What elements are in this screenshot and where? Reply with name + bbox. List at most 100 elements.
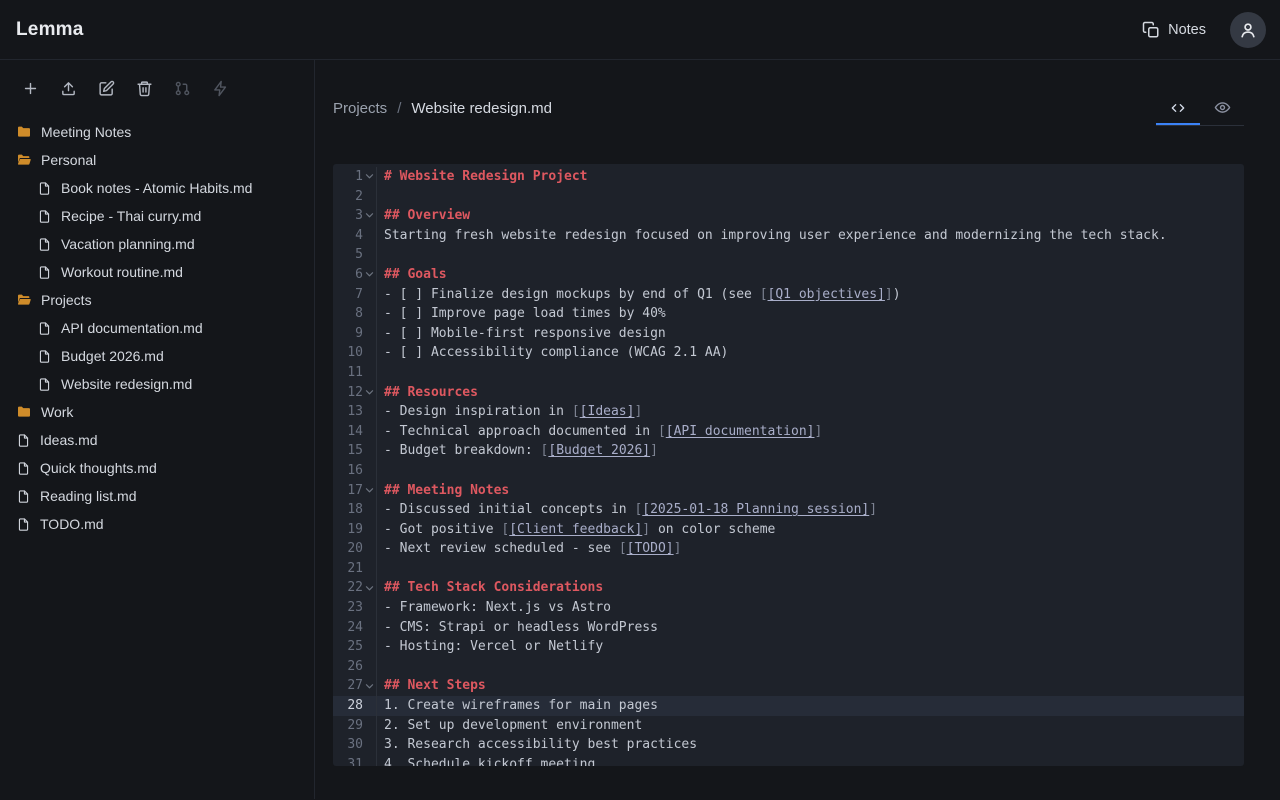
breadcrumb-row: Projects / Website redesign.md: [333, 90, 1244, 126]
markdown-text: - Budget breakdown:: [384, 443, 541, 458]
tree-file-item[interactable]: Workout routine.md: [0, 258, 314, 286]
fold-spacer: [363, 441, 376, 461]
editor-line[interactable]: 15- Budget breakdown: [[Budget 2026]]: [333, 441, 1244, 461]
breadcrumb-parent[interactable]: Projects: [333, 100, 387, 117]
fold-chevron-icon[interactable]: [363, 676, 376, 696]
fold-spacer: [363, 402, 376, 422]
tree-file-item[interactable]: TODO.md: [0, 510, 314, 538]
tree-folder-item[interactable]: Work: [0, 398, 314, 426]
editor-line[interactable]: 21: [333, 559, 1244, 579]
fold-spacer: [363, 245, 376, 265]
wiki-link[interactable]: [2025-01-18 Planning session]: [642, 502, 869, 517]
editor-line[interactable]: 6## Goals: [333, 265, 1244, 285]
new-note-button[interactable]: [16, 74, 44, 102]
fold-chevron-icon[interactable]: [363, 383, 376, 403]
fold-chevron-icon[interactable]: [363, 206, 376, 226]
code-text: # Website Redesign Project: [376, 167, 1244, 187]
markdown-heading-text: # Website Redesign Project: [384, 169, 588, 184]
markdown-text: 4. Schedule kickoff meeting: [384, 757, 595, 766]
fold-chevron-icon[interactable]: [363, 578, 376, 598]
line-number: 19: [341, 520, 363, 540]
preview-view-button[interactable]: [1200, 91, 1244, 125]
file-icon: [16, 433, 31, 448]
zap-button[interactable]: [206, 74, 234, 102]
editor-line[interactable]: 5: [333, 245, 1244, 265]
editor-line[interactable]: 11: [333, 363, 1244, 383]
editor-line[interactable]: 9- [ ] Mobile-first responsive design: [333, 324, 1244, 344]
tree-item-label: Meeting Notes: [41, 124, 131, 140]
editor-line[interactable]: 12## Resources: [333, 383, 1244, 403]
editor-line[interactable]: 23- Framework: Next.js vs Astro: [333, 598, 1244, 618]
upload-button[interactable]: [54, 74, 82, 102]
edit-button[interactable]: [92, 74, 120, 102]
wiki-link[interactable]: [Client feedback]: [509, 522, 642, 537]
editor-line[interactable]: 22## Tech Stack Considerations: [333, 578, 1244, 598]
markdown-text: ]: [642, 522, 650, 537]
tree-folder-item[interactable]: Meeting Notes: [0, 118, 314, 146]
tree-item-label: Reading list.md: [40, 488, 137, 504]
line-number: 20: [341, 539, 363, 559]
tree-file-item[interactable]: Recipe - Thai curry.md: [0, 202, 314, 230]
tree-file-item[interactable]: Book notes - Atomic Habits.md: [0, 174, 314, 202]
fold-chevron-icon[interactable]: [363, 265, 376, 285]
editor-line[interactable]: 3## Overview: [333, 206, 1244, 226]
code-text: - [ ] Finalize design mockups by end of …: [376, 285, 1244, 305]
fold-chevron-icon[interactable]: [363, 481, 376, 501]
source-view-button[interactable]: [1156, 91, 1200, 125]
wiki-link[interactable]: [TODO]: [627, 541, 674, 556]
editor-line[interactable]: 19- Got positive [[Client feedback]] on …: [333, 520, 1244, 540]
fold-chevron-icon[interactable]: [363, 167, 376, 187]
line-number: 13: [341, 402, 363, 422]
editor-line[interactable]: 7- [ ] Finalize design mockups by end of…: [333, 285, 1244, 305]
markdown-text: ): [893, 287, 901, 302]
editor-line[interactable]: 26: [333, 657, 1244, 677]
code-text: [376, 245, 1244, 265]
line-number: 29: [341, 716, 363, 736]
editor-line[interactable]: 314. Schedule kickoff meeting: [333, 755, 1244, 766]
editor-line[interactable]: 8- [ ] Improve page load times by 40%: [333, 304, 1244, 324]
folder-open-icon: [16, 152, 32, 168]
fold-spacer: [363, 539, 376, 559]
editor-line[interactable]: 24- CMS: Strapi or headless WordPress: [333, 618, 1244, 638]
editor-line[interactable]: 20- Next review scheduled - see [[TODO]]: [333, 539, 1244, 559]
code-text: - Framework: Next.js vs Astro: [376, 598, 1244, 618]
wiki-link[interactable]: [Q1 objectives]: [768, 287, 885, 302]
tree-file-item[interactable]: Reading list.md: [0, 482, 314, 510]
tree-file-item[interactable]: Quick thoughts.md: [0, 454, 314, 482]
merge-button[interactable]: [168, 74, 196, 102]
fold-spacer: [363, 324, 376, 344]
editor-line[interactable]: 17## Meeting Notes: [333, 481, 1244, 501]
editor-line[interactable]: 13- Design inspiration in [[Ideas]]: [333, 402, 1244, 422]
tree-file-item[interactable]: API documentation.md: [0, 314, 314, 342]
editor-line[interactable]: 16: [333, 461, 1244, 481]
editor-line[interactable]: 303. Research accessibility best practic…: [333, 735, 1244, 755]
code-text: [376, 363, 1244, 383]
editor-line[interactable]: 25- Hosting: Vercel or Netlify: [333, 637, 1244, 657]
tree-folder-item[interactable]: Projects: [0, 286, 314, 314]
delete-button[interactable]: [130, 74, 158, 102]
editor-line[interactable]: 2: [333, 187, 1244, 207]
editor-line[interactable]: 292. Set up development environment: [333, 716, 1244, 736]
code-text: - [ ] Improve page load times by 40%: [376, 304, 1244, 324]
notes-button[interactable]: Notes: [1134, 15, 1214, 45]
editor-line[interactable]: 10- [ ] Accessibility compliance (WCAG 2…: [333, 343, 1244, 363]
markdown-editor[interactable]: 1# Website Redesign Project23## Overview…: [333, 164, 1244, 766]
editor-line[interactable]: 14- Technical approach documented in [[A…: [333, 422, 1244, 442]
tree-folder-item[interactable]: Personal: [0, 146, 314, 174]
tree-file-item[interactable]: Ideas.md: [0, 426, 314, 454]
folder-icon: [16, 404, 32, 420]
tree-file-item[interactable]: Budget 2026.md: [0, 342, 314, 370]
tree-file-item[interactable]: Vacation planning.md: [0, 230, 314, 258]
wiki-link[interactable]: [Budget 2026]: [548, 443, 650, 458]
editor-line[interactable]: 4Starting fresh website redesign focused…: [333, 226, 1244, 246]
editor-line[interactable]: 1# Website Redesign Project: [333, 167, 1244, 187]
editor-line[interactable]: 18- Discussed initial concepts in [[2025…: [333, 500, 1244, 520]
editor-line[interactable]: 27## Next Steps: [333, 676, 1244, 696]
editor-line[interactable]: 281. Create wireframes for main pages: [333, 696, 1244, 716]
tree-file-item[interactable]: Website redesign.md: [0, 370, 314, 398]
wiki-link[interactable]: [API documentation]: [666, 424, 815, 439]
wiki-link[interactable]: [Ideas]: [580, 404, 635, 419]
user-avatar-button[interactable]: [1230, 12, 1266, 48]
line-number: 22: [341, 578, 363, 598]
fold-spacer: [363, 187, 376, 207]
